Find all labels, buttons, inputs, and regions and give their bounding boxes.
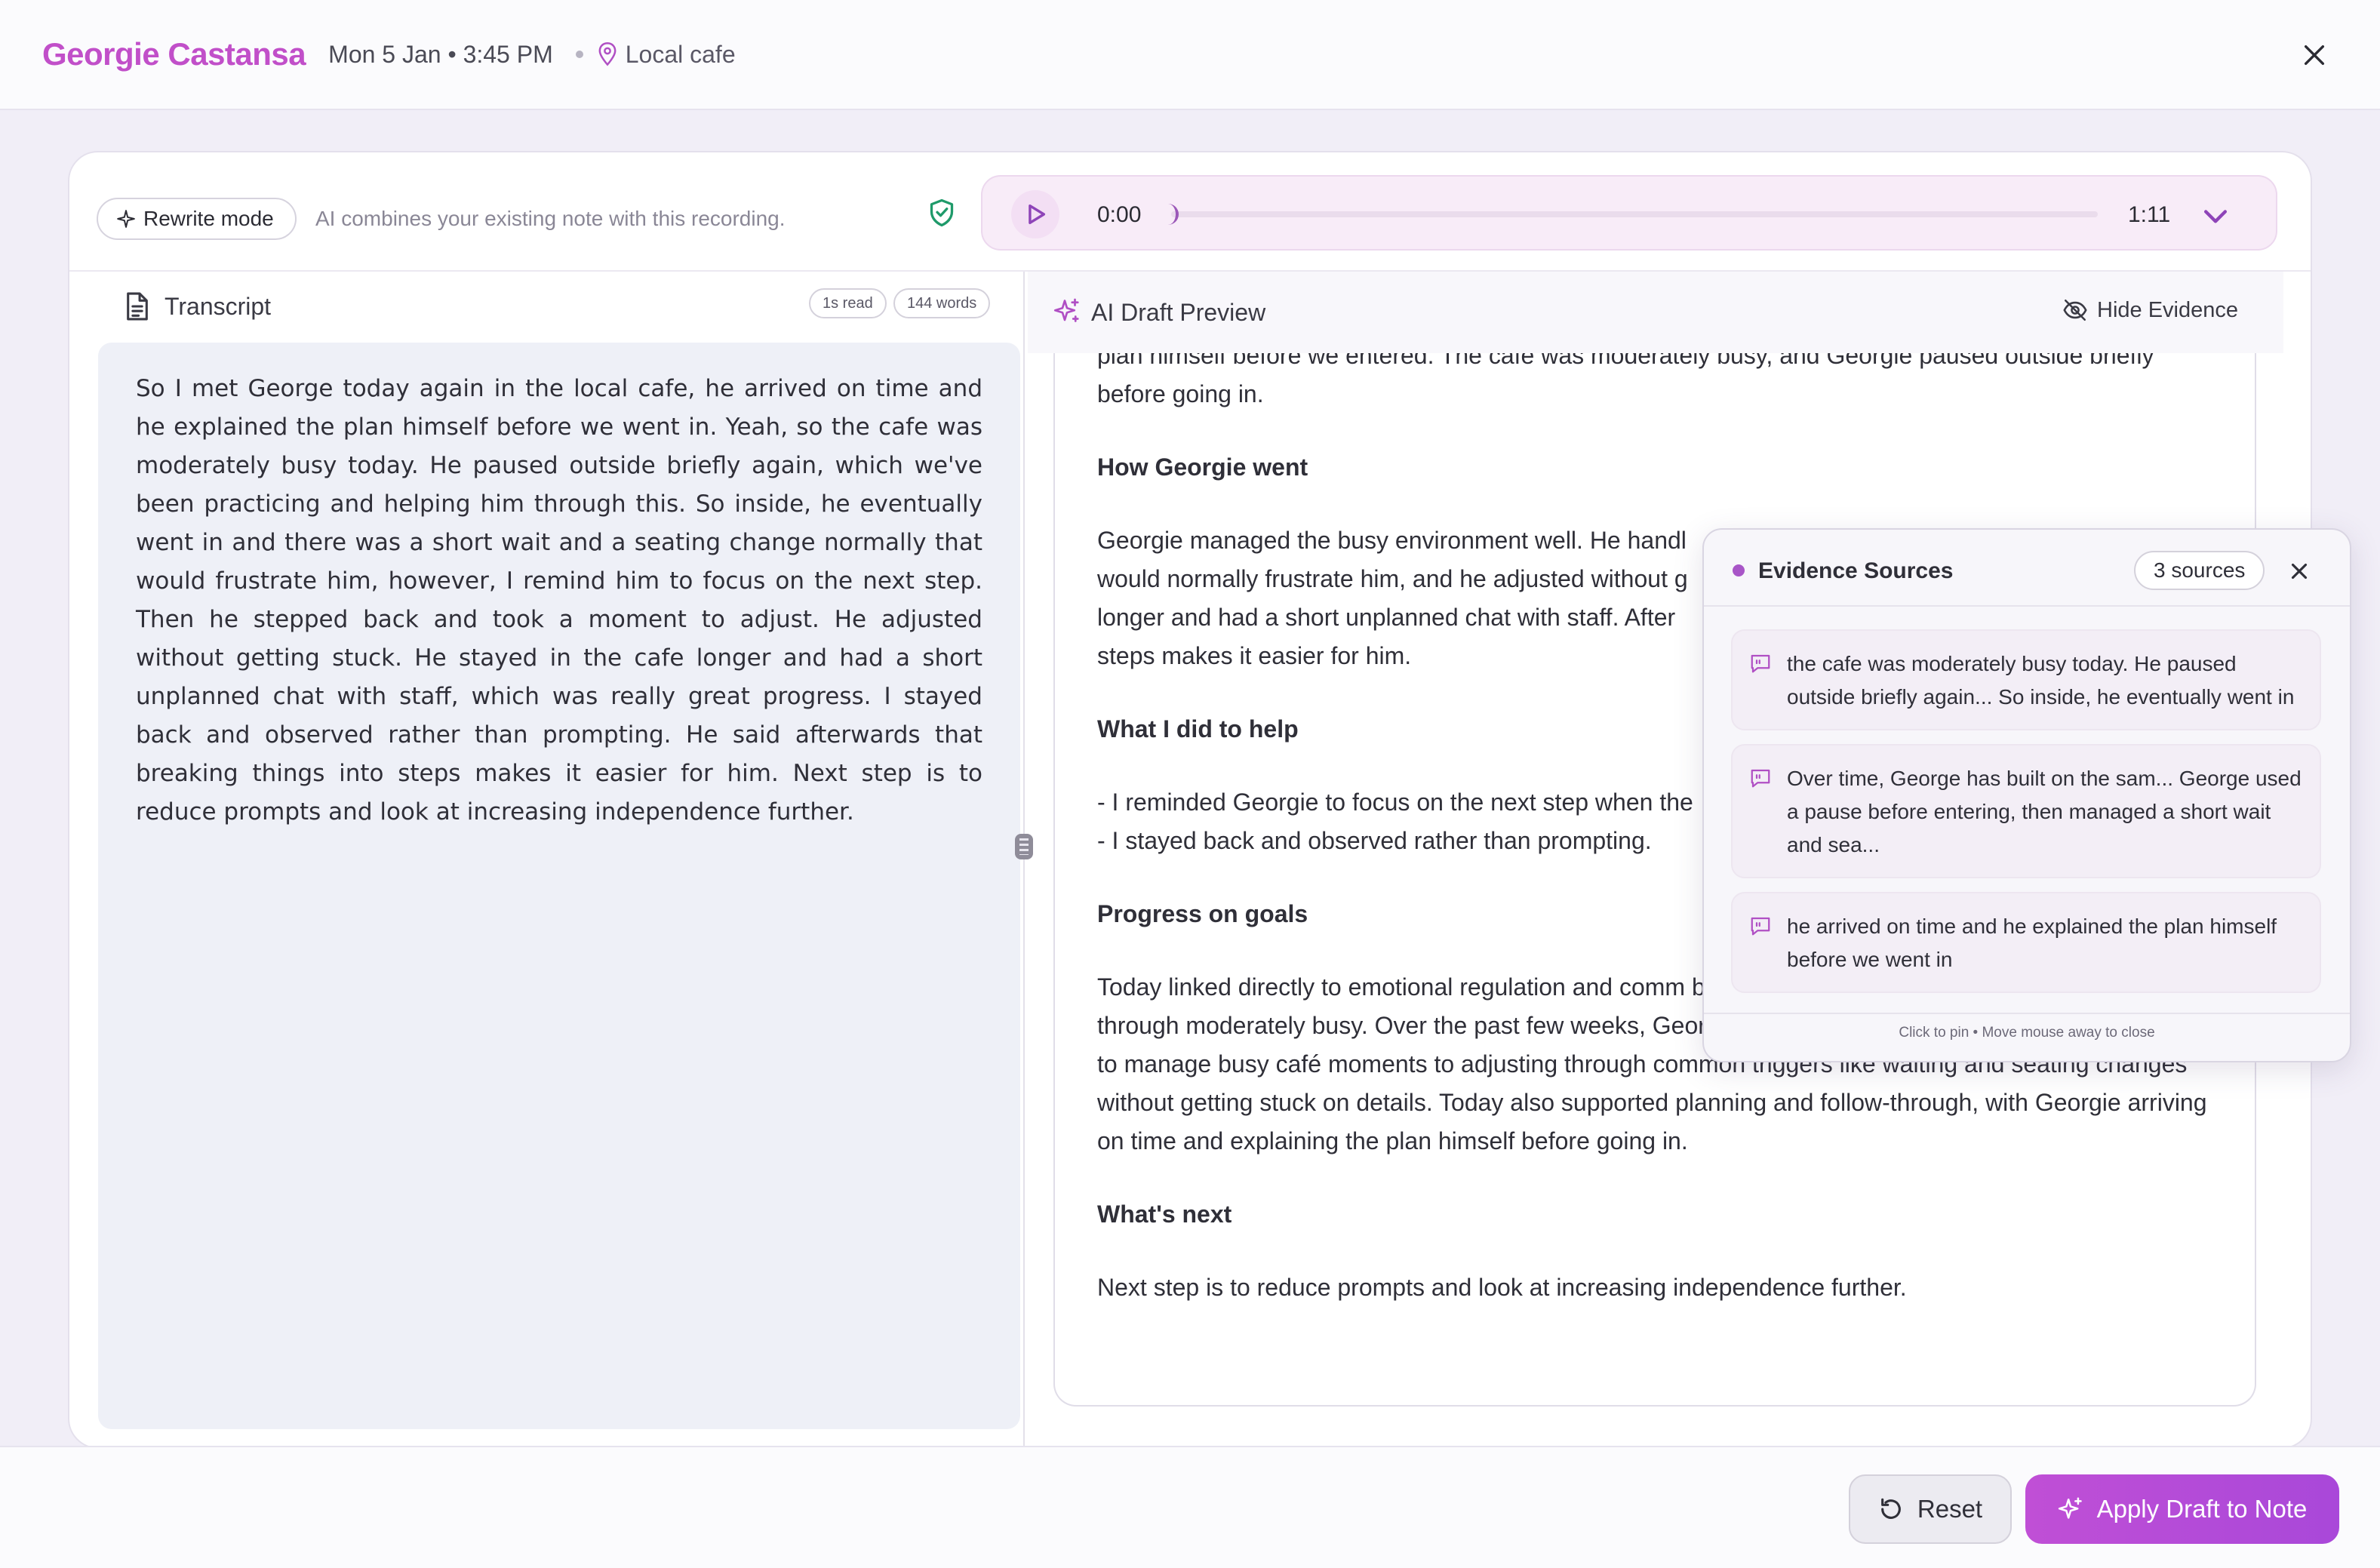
- rewrite-mode-button[interactable]: Rewrite mode: [97, 198, 297, 240]
- play-button[interactable]: [1011, 190, 1059, 238]
- evidence-item[interactable]: Over time, George has built on the sam..…: [1731, 744, 2321, 878]
- evidence-count-badge: 3 sources: [2134, 551, 2265, 590]
- playback-track[interactable]: [1171, 211, 2098, 217]
- quote-message-icon: [1751, 654, 1770, 673]
- panel-divider: [1023, 272, 1025, 1447]
- undo-icon: [1880, 1498, 1901, 1519]
- evidence-item-text: the cafe was moderately busy today. He p…: [1787, 652, 2295, 709]
- close-icon: [2304, 45, 2325, 66]
- read-time-badge: 1s read: [809, 288, 887, 318]
- total-time: 1:11: [2128, 202, 2171, 227]
- chevron-down-icon[interactable]: [2199, 199, 2232, 232]
- separator-dot: [575, 51, 583, 58]
- sparkle-icon: [117, 210, 135, 228]
- playback-scrubber[interactable]: [1167, 204, 1179, 225]
- hide-evidence-label: Hide Evidence: [2097, 297, 2238, 322]
- apply-draft-button[interactable]: Apply Draft to Note: [2025, 1474, 2339, 1544]
- client-name: Georgie Castansa: [42, 36, 306, 72]
- location-pin-icon: [598, 42, 617, 66]
- sparkles-icon: [1053, 298, 1079, 322]
- evidence-item-text: Over time, George has built on the sam..…: [1787, 767, 2302, 856]
- transcript-title: Transcript: [165, 293, 272, 320]
- evidence-footer-hint: Click to pin • Move mouse away to close: [1899, 1025, 2155, 1041]
- rewrite-mode-label: Rewrite mode: [143, 207, 274, 230]
- card-toolbar: Rewrite mode AI combines your existing n…: [69, 152, 2311, 272]
- shield-check-icon: [930, 198, 954, 227]
- eye-off-icon: [2063, 299, 2087, 321]
- audio-player: 0:00 1:11: [981, 175, 2277, 251]
- evidence-title: Evidence Sources: [1758, 558, 1954, 583]
- current-time: 0:00: [1097, 202, 1142, 227]
- quote-message-icon: [1751, 769, 1770, 788]
- header-bar: Georgie Castansa Mon 5 Jan • 3:45 PM Loc…: [0, 0, 2380, 110]
- evidence-item[interactable]: the cafe was moderately busy today. He p…: [1731, 629, 2321, 730]
- draft-intro-paragraph: plan himself before we entered. The cafe…: [1097, 353, 2154, 407]
- draft-heading-how-went: How Georgie went: [1097, 453, 1308, 481]
- resize-handle[interactable]: [1015, 834, 1033, 859]
- reset-label: Reset: [1917, 1495, 1983, 1523]
- draft-how-went-paragraph: Georgie managed the busy environment wel…: [1097, 527, 1688, 669]
- session-location: Local cafe: [625, 40, 736, 68]
- draft-next-paragraph: Next step is to reduce prompts and look …: [1097, 1274, 1907, 1301]
- evidence-item-text: he arrived on time and he explained the …: [1787, 915, 2277, 971]
- evidence-indicator-dot: [1733, 564, 1745, 576]
- close-dialog-button[interactable]: [2294, 35, 2335, 75]
- preview-title: AI Draft Preview: [1091, 299, 1266, 326]
- play-icon: [1029, 204, 1046, 225]
- preview-header: AI Draft Preview Hide Evidence: [1028, 272, 2283, 353]
- hide-evidence-button[interactable]: Hide Evidence: [2062, 297, 2238, 323]
- evidence-divider: [1704, 605, 2350, 607]
- quote-message-icon: [1751, 917, 1770, 936]
- transcript-text: So I met George today again in the local…: [98, 343, 1020, 1429]
- session-datetime: Mon 5 Jan • 3:45 PM: [328, 40, 553, 68]
- reset-button[interactable]: Reset: [1849, 1474, 2012, 1544]
- evidence-footer-divider: [1704, 1013, 2350, 1014]
- document-icon: [127, 292, 148, 321]
- close-icon[interactable]: [2286, 558, 2312, 584]
- word-count-badge: 144 words: [893, 288, 991, 318]
- sparkles-icon: [2058, 1497, 2082, 1519]
- evidence-item[interactable]: he arrived on time and he explained the …: [1731, 892, 2321, 993]
- rewrite-mode-hint: AI combines your existing note with this…: [315, 207, 786, 230]
- footer-actions: Reset Apply Draft to Note: [0, 1446, 2380, 1568]
- evidence-sources-popover: Evidence Sources 3 sources the cafe was …: [1702, 528, 2351, 1062]
- draft-heading-next: What's next: [1097, 1201, 1232, 1228]
- transcript-header: Transcript 1s read 144 words: [69, 272, 1020, 343]
- apply-draft-label: Apply Draft to Note: [2096, 1495, 2308, 1523]
